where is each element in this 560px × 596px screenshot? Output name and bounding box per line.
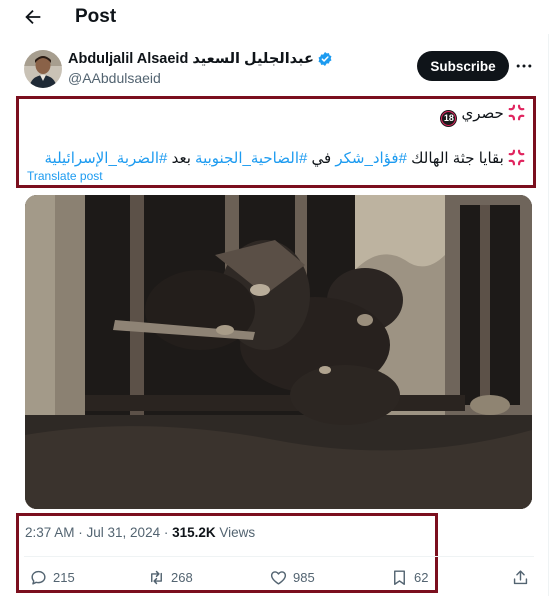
tweet-line-1: حصري 18 [440,104,525,127]
repost-icon [151,570,162,585]
tweet-text-highlight: حصري 18 بقايا جثة الهالك #فؤاد_شكر في #ا… [16,96,536,188]
page-title: Post [75,6,117,27]
divider [24,556,534,557]
post-meta: 2:37 AM · Jul 31, 2024 · 315.2K Views [25,525,255,540]
repost-count: 268 [171,570,193,585]
tweet-line-2: بقايا جثة الهالك #فؤاد_شكر في #الضاحية_ا… [45,149,526,167]
tweet-text-prefix: بقايا جثة الهالك [411,150,504,167]
adult-18-badge-icon: 18 [440,109,458,127]
views-label: Views [215,525,256,540]
anger-symbol-emoji [508,149,525,166]
translate-post-link[interactable]: Translate post [27,169,103,183]
subscribe-button[interactable]: Subscribe [417,51,509,81]
like-icon [270,571,287,585]
column-border [548,34,549,596]
share-icon[interactable] [511,568,530,587]
repost-button[interactable]: 268 [147,568,193,587]
tweet-text-after: بعد [171,150,191,167]
bookmark-button[interactable]: 62 [390,568,428,587]
tweet-text-in: في [311,150,332,167]
author-name[interactable]: Abduljalil Alsaeid عبدالجليل السعيد [68,51,314,67]
reply-icon [31,570,46,585]
views-count: 315.2K [172,525,216,540]
hashtag-link[interactable]: #الضاحية_الجنوبية [195,150,307,167]
like-count: 985 [293,570,315,585]
bookmark-icon [394,570,405,585]
anger-symbol-emoji [508,104,525,121]
more-icon[interactable] [514,56,534,76]
tweet-exclusive-word: حصري [461,105,504,122]
like-button[interactable]: 985 [269,568,315,587]
avatar[interactable] [24,50,62,88]
author-handle[interactable]: @AAbdulsaeid [68,70,161,86]
author-name-row[interactable]: Abduljalil Alsaeid عبدالجليل السعيد [68,51,333,67]
reply-count: 215 [53,570,75,585]
post-timestamp[interactable]: 2:37 AM · Jul 31, 2024 · [25,525,172,540]
verified-badge-icon [318,52,332,66]
bookmark-count: 62 [414,570,429,585]
tweet-media-image[interactable] [25,195,532,509]
hashtag-link[interactable]: #فؤاد_شكر [335,150,407,167]
hashtag-link[interactable]: #الضربة_الإسرائيلية [45,150,168,167]
page-header: Post [0,0,560,34]
reply-button[interactable]: 215 [29,568,75,587]
back-arrow-icon[interactable] [22,6,44,28]
